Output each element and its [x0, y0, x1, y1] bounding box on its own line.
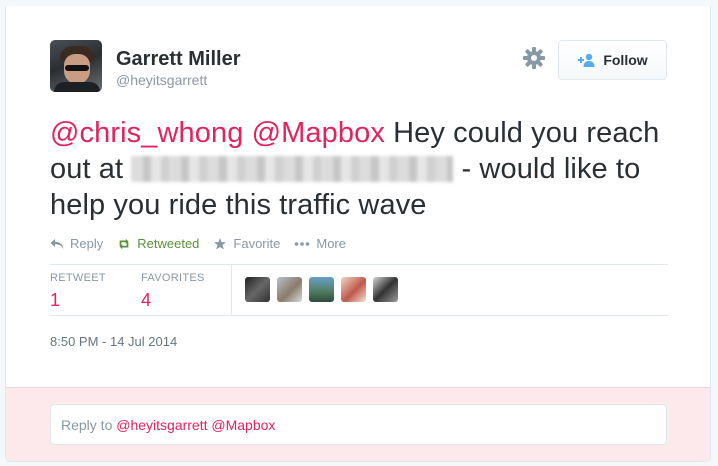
- mention-link[interactable]: @Mapbox: [252, 117, 385, 149]
- retweet-stat[interactable]: RETWEET 1: [50, 272, 106, 311]
- reply-arrow-icon: [50, 238, 64, 249]
- reply-input[interactable]: Reply to @heyitsgarrett @Mapbox: [50, 404, 667, 445]
- more-action[interactable]: More: [294, 236, 346, 251]
- reply-section: Reply to @heyitsgarrett @Mapbox: [6, 387, 710, 461]
- tweet-card: Garrett Miller @heyitsgarrett Follow @ch…: [5, 6, 711, 462]
- reply-action[interactable]: Reply: [50, 236, 103, 251]
- favoriter-avatars: [245, 277, 398, 302]
- favoriter-avatar[interactable]: [277, 277, 302, 302]
- favorite-label: Favorite: [233, 236, 281, 251]
- follow-button[interactable]: Follow: [558, 40, 667, 80]
- divider: [50, 315, 668, 316]
- reply-prefix: Reply to: [61, 417, 113, 433]
- favorites-stat-label: FAVORITES: [141, 272, 205, 284]
- divider: [231, 264, 232, 315]
- user-fullname[interactable]: Garrett Miller: [116, 48, 240, 71]
- retweeted-label: Retweeted: [137, 236, 200, 251]
- divider: [50, 264, 668, 265]
- retweet-stat-label: RETWEET: [50, 272, 106, 284]
- reply-label: Reply: [70, 236, 104, 251]
- tweet-text: @chris_whong @Mapbox Hey could you reach…: [50, 115, 690, 223]
- redacted-email: [131, 156, 454, 182]
- favoriter-avatar[interactable]: [245, 277, 270, 302]
- mention-link[interactable]: @chris_whong: [50, 117, 243, 149]
- retweet-icon: [119, 238, 129, 249]
- retweet-count: 1: [50, 290, 61, 310]
- user-screenname[interactable]: @heyitsgarrett: [116, 72, 207, 88]
- reply-mention: @heyitsgarrett: [116, 417, 208, 433]
- favorite-action[interactable]: Favorite: [213, 236, 280, 251]
- favorites-count: 4: [141, 290, 152, 310]
- follow-label: Follow: [603, 52, 648, 68]
- gear-icon[interactable]: [522, 46, 546, 70]
- star-icon: [214, 237, 227, 249]
- reply-mention: @Mapbox: [211, 417, 276, 433]
- favoriter-avatar[interactable]: [373, 277, 398, 302]
- retweet-action[interactable]: Retweeted: [117, 236, 199, 251]
- add-user-icon: [578, 53, 595, 67]
- tweet-actions: Reply Retweeted Favorite More: [50, 236, 360, 251]
- favorites-stat[interactable]: FAVORITES 4: [141, 272, 205, 311]
- favoriter-avatar[interactable]: [341, 277, 366, 302]
- more-label: More: [316, 236, 346, 251]
- user-avatar[interactable]: [50, 40, 102, 92]
- tweet-timestamp[interactable]: 8:50 PM - 14 Jul 2014: [50, 334, 177, 349]
- ellipsis-icon: [295, 241, 310, 246]
- favoriter-avatar[interactable]: [309, 277, 334, 302]
